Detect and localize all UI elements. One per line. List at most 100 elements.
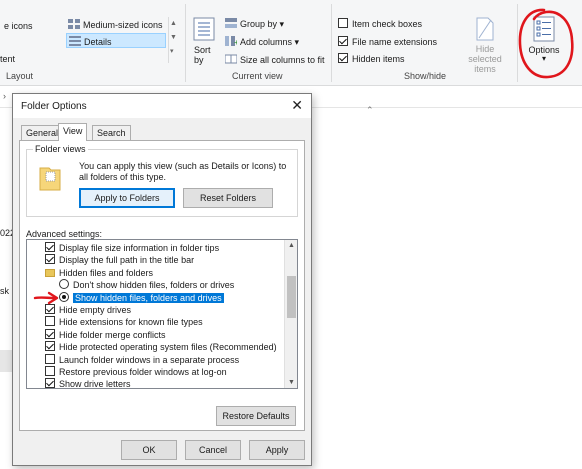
current-view-group-label: Current view — [232, 71, 283, 81]
item-check-boxes-checkbox[interactable] — [338, 18, 348, 28]
reset-folders-button[interactable]: Reset Folders — [183, 188, 273, 208]
chevron-down-icon: ▾ — [279, 19, 285, 29]
cancel-button[interactable]: Cancel — [185, 440, 241, 460]
add-columns-button[interactable]: + Add columns ▾ — [225, 36, 299, 48]
setting-checkbox[interactable] — [45, 328, 55, 339]
hidden-items-label: Hidden items — [352, 54, 405, 64]
apply-button[interactable]: Apply — [249, 440, 305, 460]
reset-folders-label: Reset Folders — [199, 193, 257, 203]
advanced-setting-item[interactable]: Show hidden files, folders and drives — [59, 291, 224, 304]
layout-gallery-scroll[interactable]: ▲ ▼ ▾ — [168, 17, 177, 63]
setting-radio[interactable] — [59, 279, 69, 290]
file-name-extensions-checkbox[interactable] — [338, 36, 348, 46]
group-by-label: Group by — [240, 19, 278, 29]
size-columns-icon — [225, 54, 237, 64]
show-hide-group-label: Show/hide — [404, 71, 447, 81]
advanced-setting-item[interactable]: Hide empty drives — [45, 304, 131, 316]
sort-by-button[interactable]: Sort by — [190, 17, 216, 69]
layout-icons-option[interactable]: e icons — [4, 21, 33, 31]
explorer-partial-text: sk — [0, 286, 9, 296]
setting-checkbox[interactable] — [45, 366, 55, 376]
advanced-setting-item[interactable]: Restore previous folder windows at log-o… — [45, 366, 227, 378]
scrollbar-thumb[interactable] — [287, 276, 296, 318]
advanced-setting-item[interactable]: Show drive letters — [45, 378, 131, 389]
chevron-down-icon: ▾ — [294, 37, 300, 47]
cancel-label: Cancel — [198, 445, 227, 455]
setting-label: Hide protected operating system files (R… — [59, 342, 277, 353]
setting-label: Restore previous folder windows at log-o… — [59, 367, 227, 377]
setting-label: Hidden files and folders — [59, 267, 154, 278]
medium-icons-option[interactable]: Medium-sized icons — [68, 19, 163, 30]
setting-checkbox[interactable] — [45, 353, 55, 364]
advanced-setting-item[interactable]: Hide folder merge conflicts — [45, 328, 166, 341]
advanced-settings-list: Display file size information in folder … — [26, 239, 298, 389]
tab-search[interactable]: Search — [92, 125, 131, 140]
tab-label: General — [26, 128, 59, 138]
folder-views-description: You can apply this view (such as Details… — [79, 161, 287, 182]
restore-defaults-label: Restore Defaults — [222, 411, 290, 421]
folder-options-dialog: Folder Options ✕ General View Search Fol… — [12, 93, 312, 466]
details-option[interactable]: Details — [66, 33, 166, 48]
close-icon[interactable]: ✕ — [291, 97, 303, 114]
dialog-title: Folder Options — [21, 101, 87, 112]
restore-defaults-button[interactable]: Restore Defaults — [216, 406, 296, 426]
advanced-setting-item[interactable]: Hide protected operating system files (R… — [45, 341, 277, 353]
folder-icon — [45, 268, 55, 277]
ok-button[interactable]: OK — [121, 440, 177, 460]
apply-to-folders-button[interactable]: Apply to Folders — [79, 188, 175, 208]
apply-to-folders-label: Apply to Folders — [94, 193, 160, 203]
advanced-setting-item[interactable]: Display the full path in the title bar — [45, 254, 194, 266]
setting-label: Hide empty drives — [59, 305, 132, 315]
layout-content-label: tent — [0, 54, 16, 64]
file-name-extensions-toggle[interactable]: File name extensions — [338, 36, 437, 47]
chevron-right-icon[interactable]: › — [3, 91, 6, 101]
setting-label: Show drive letters — [59, 379, 131, 389]
group-by-button[interactable]: Group by ▾ — [225, 18, 284, 30]
medium-icons-icon — [68, 19, 80, 29]
scroll-up-icon[interactable]: ▲ — [288, 242, 295, 249]
layout-content-option[interactable]: tent — [0, 54, 15, 64]
setting-checkbox[interactable] — [45, 254, 55, 265]
advanced-settings-scrollbar[interactable]: ▲ ▼ — [284, 240, 297, 388]
file-name-extensions-label: File name extensions — [352, 37, 438, 47]
ok-label: OK — [142, 445, 156, 455]
folder-views-label: Folder views — [33, 144, 88, 154]
advanced-setting-item[interactable]: Display file size information in folder … — [45, 242, 219, 254]
hidden-items-checkbox[interactable] — [338, 53, 348, 63]
hidden-items-toggle[interactable]: Hidden items — [338, 53, 405, 64]
explorer-nav-highlight — [0, 350, 12, 372]
setting-label: Display the full path in the title bar — [59, 255, 195, 266]
size-all-columns-label: Size all columns to fit — [240, 55, 325, 65]
medium-icons-label: Medium-sized icons — [83, 20, 163, 30]
ribbon-separator — [331, 4, 332, 82]
tab-general[interactable]: General — [21, 125, 64, 140]
tab-view[interactable]: View — [58, 123, 88, 141]
advanced-setting-item[interactable]: Don't show hidden files, folders or driv… — [59, 279, 234, 291]
add-columns-label: Add columns — [240, 37, 293, 47]
setting-checkbox[interactable] — [45, 316, 55, 327]
setting-label: Hide folder merge conflicts — [59, 329, 166, 340]
setting-label: Show hidden files, folders and drives — [73, 292, 224, 303]
sort-caret-icon: ⌃ — [366, 105, 374, 115]
item-check-boxes-toggle[interactable]: Item check boxes — [338, 18, 422, 29]
advanced-setting-item[interactable]: Hidden files and folders — [45, 267, 153, 279]
apply-label: Apply — [265, 445, 289, 455]
setting-checkbox[interactable] — [45, 341, 55, 352]
setting-checkbox[interactable] — [45, 304, 55, 314]
setting-checkbox[interactable] — [45, 378, 55, 388]
hide-selected-items-button[interactable]: Hide selected items — [455, 17, 515, 74]
setting-label: Don't show hidden files, folders or driv… — [73, 280, 235, 291]
layout-icons-label: e icons — [4, 21, 33, 31]
view-tab-panel: Folder views You can apply this view (su… — [19, 140, 305, 431]
hide-selected-icon — [476, 17, 494, 41]
dialog-titlebar[interactable]: Folder Options ✕ — [13, 94, 311, 118]
advanced-settings-label: Advanced settings: — [26, 229, 103, 239]
tab-label: Search — [97, 128, 126, 138]
scroll-down-icon[interactable]: ▼ — [288, 379, 295, 386]
advanced-setting-item[interactable]: Launch folder windows in a separate proc… — [45, 353, 239, 366]
size-all-columns-button[interactable]: Size all columns to fit — [225, 54, 325, 65]
folder-views-icon — [39, 167, 61, 191]
advanced-setting-item[interactable]: Hide extensions for known file types — [45, 316, 203, 328]
annotation-arrow — [33, 291, 59, 305]
setting-checkbox[interactable] — [45, 242, 55, 252]
